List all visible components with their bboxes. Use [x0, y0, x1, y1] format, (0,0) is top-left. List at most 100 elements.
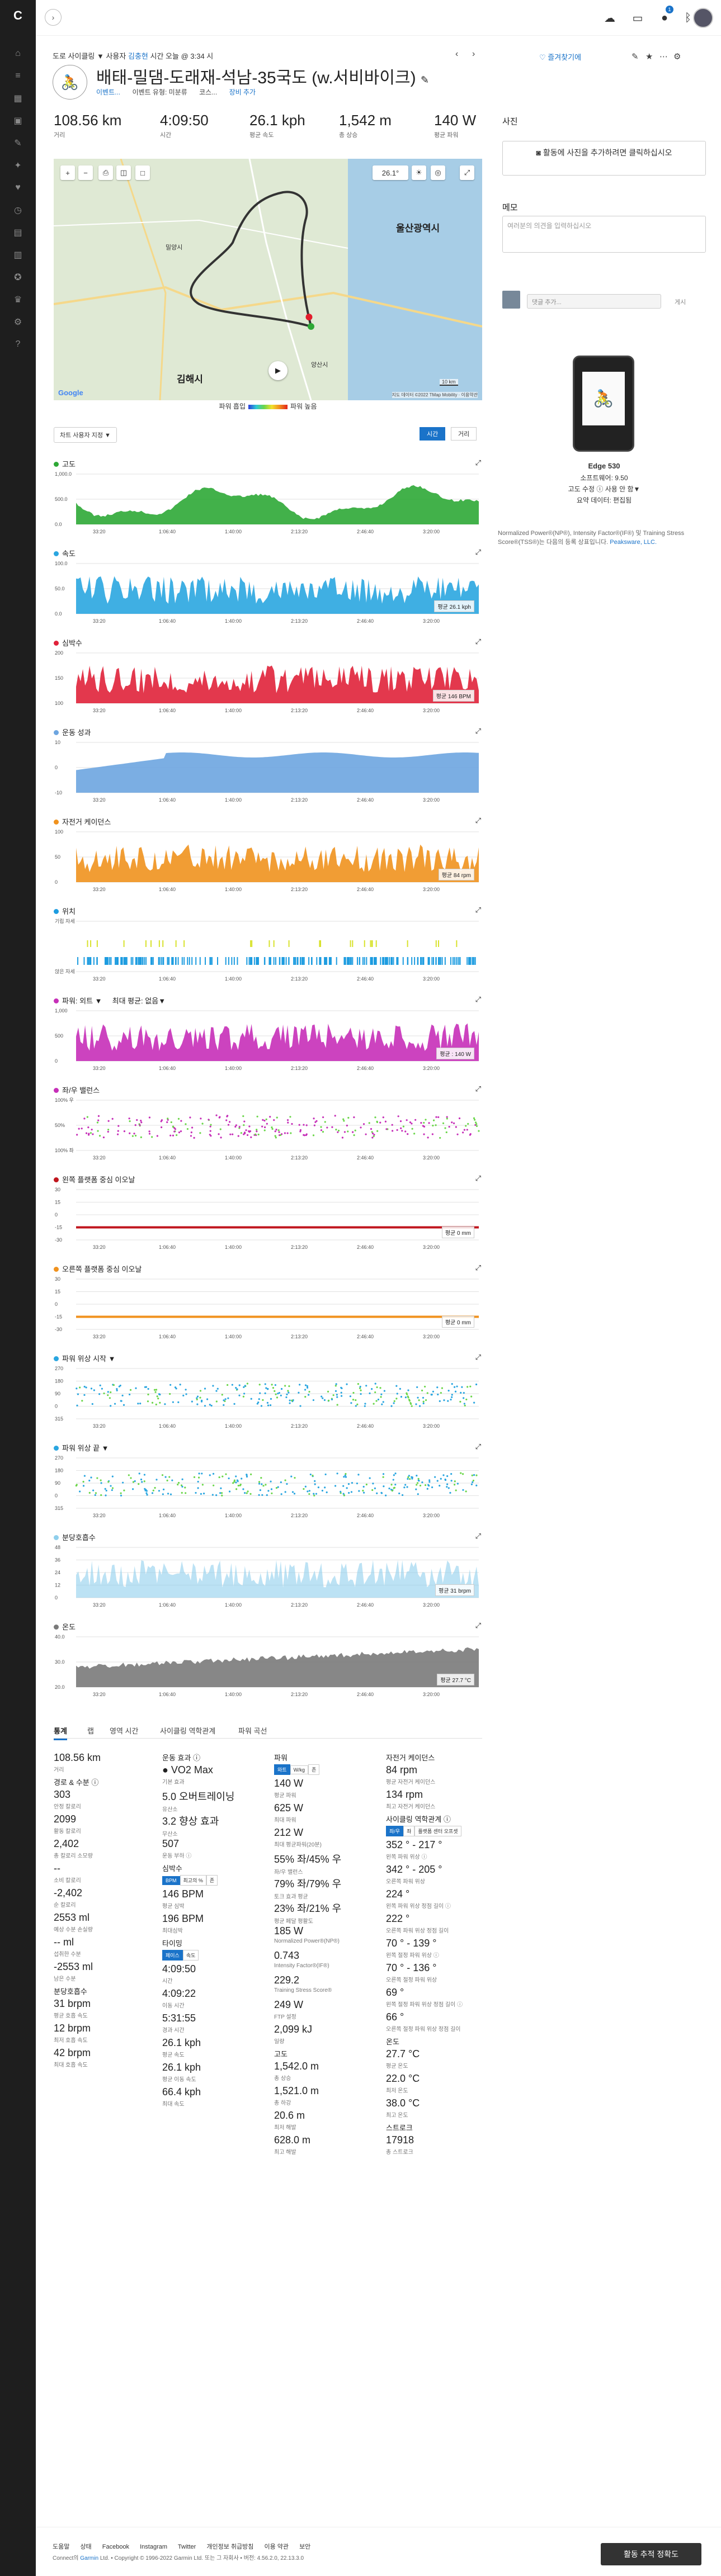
chart-title[interactable]: 고도: [54, 458, 76, 469]
chart-subtitle[interactable]: 최대 평균: 없음▼: [112, 997, 166, 1005]
chart-plot[interactable]: 200 150 100 33:20 1:06:40 1:40:00 2:13:20 2:46:…: [54, 650, 482, 716]
chart-title[interactable]: 파워: 외트 ▼ 최대 평균: 없음▼: [54, 995, 166, 1006]
settings-gear-icon[interactable]: ⚙: [673, 51, 681, 61]
end-pin-icon[interactable]: ●: [304, 309, 318, 325]
footer-instagram[interactable]: Instagram: [140, 2544, 167, 2550]
courses-icon[interactable]: ▣: [11, 114, 25, 127]
add-gear-link[interactable]: 장비 추가: [229, 88, 256, 96]
garmin-logo-icon[interactable]: C: [11, 8, 25, 22]
expand-chart-icon[interactable]: ⤢: [475, 727, 481, 736]
elevation-correction[interactable]: 고도 수정 ⓘ 사용 안 함▼: [498, 484, 710, 494]
edit-icon[interactable]: ✎: [632, 51, 639, 61]
gear-icon[interactable]: ⚙: [11, 315, 25, 329]
tracking-accuracy-button[interactable]: 활동 추적 정확도: [601, 2543, 701, 2565]
breadcrumb-user[interactable]: 김충현: [128, 52, 148, 60]
timer-icon[interactable]: ◷: [11, 203, 25, 217]
chart-title[interactable]: 파워 위상 시작 ▼: [54, 1353, 115, 1363]
favorite-button[interactable]: ♡ 즐겨찾기에: [539, 51, 581, 62]
footer-facebook[interactable]: Facebook: [102, 2544, 129, 2550]
map-attribution[interactable]: 지도 데이터 ©2022 TMap Mobility · 이용약관: [392, 392, 478, 398]
fullscreen-map-icon[interactable]: □: [135, 165, 150, 180]
unit-toggle-option[interactable]: 존: [308, 1764, 320, 1775]
expand-chart-icon[interactable]: ⤢: [475, 1263, 481, 1272]
play-route-icon[interactable]: ▶: [268, 361, 288, 380]
chart-plot[interactable]: 30 15 0 -15 -30 33:20 1:06:40 1:40:00 2:13:20 2:4…: [54, 1186, 482, 1252]
chart-plot[interactable]: 100% 우 50% 100% 좌 33:20 1:06:40 1:40:00 2:13:2…: [54, 1097, 482, 1163]
footer-terms[interactable]: 이용 약관: [264, 2544, 289, 2550]
footer-security[interactable]: 보안: [299, 2544, 310, 2550]
activities-icon[interactable]: ≡: [11, 69, 25, 83]
expand-chart-icon[interactable]: ⤢: [475, 1174, 481, 1183]
layers-icon[interactable]: ◫: [116, 165, 131, 180]
trophy-icon[interactable]: ♛: [11, 293, 25, 306]
unit-toggle-option[interactable]: 좌: [403, 1826, 415, 1836]
expand-map-icon[interactable]: ⤢: [460, 165, 474, 180]
unit-toggle-option[interactable]: W/kg: [290, 1765, 309, 1774]
expand-chart-icon[interactable]: ⤢: [475, 1085, 481, 1093]
expand-chart-icon[interactable]: ⤢: [475, 1532, 481, 1541]
inbox-icon[interactable]: ▭: [629, 9, 647, 27]
chart-title[interactable]: 속도: [54, 548, 76, 558]
unit-toggle-option[interactable]: 플랫폼 센터 오프셋: [414, 1826, 461, 1836]
expand-chart-icon[interactable]: ⤢: [475, 548, 481, 557]
expand-chart-icon[interactable]: ⤢: [475, 995, 481, 1004]
cloud-icon[interactable]: ☁: [601, 9, 619, 27]
chart-title[interactable]: 좌/우 밸런스: [54, 1085, 100, 1095]
chart-title[interactable]: 온도: [54, 1621, 76, 1632]
x-axis-time-button[interactable]: 시간: [420, 427, 446, 441]
chart-title[interactable]: 왼쪽 플랫폼 중심 이오날: [54, 1174, 135, 1185]
calendar-icon[interactable]: ▦: [11, 92, 25, 105]
chart-title[interactable]: 분당호흡수: [54, 1532, 96, 1542]
course-link[interactable]: 코스...: [199, 88, 217, 96]
garmin-link[interactable]: Garmin: [80, 2555, 98, 2561]
expand-chart-icon[interactable]: ⤢: [475, 816, 481, 825]
expand-chart-icon[interactable]: ⤢: [475, 906, 481, 915]
reports-icon[interactable]: ▤: [11, 226, 25, 239]
route-map[interactable]: ● + − ⎙ ◫ □ 26.1° ☀ ◎ ⤢ 울산광역시 김해시 양산시 밀양…: [54, 159, 482, 400]
avatar[interactable]: [693, 8, 713, 28]
badges-icon[interactable]: ✪: [11, 271, 25, 284]
event-link[interactable]: 이벤트...: [96, 88, 120, 96]
footer-status[interactable]: 상태: [80, 2544, 91, 2550]
chart-plot[interactable]: 30 15 0 -15 -30 33:20 1:06:40 1:40:00 2:13:20 2:4…: [54, 1276, 482, 1342]
help-icon[interactable]: ?: [11, 338, 25, 351]
stats-icon[interactable]: ▥: [11, 248, 25, 262]
star-icon[interactable]: ★: [645, 51, 653, 61]
dashboard-icon[interactable]: ⌂: [11, 47, 25, 60]
unit-toggle-option[interactable]: 와트: [274, 1764, 290, 1775]
breadcrumb-type[interactable]: 도로 사이클링: [53, 52, 95, 60]
running-icon[interactable]: ✦: [11, 159, 25, 172]
zoom-in-icon[interactable]: +: [60, 165, 75, 180]
chart-title[interactable]: 운동 성과: [54, 727, 91, 737]
footer-help[interactable]: 도움말: [53, 2544, 69, 2550]
unit-toggle-option[interactable]: 페이스: [162, 1950, 183, 1961]
post-comment-button[interactable]: 게시: [675, 297, 686, 306]
chart-title[interactable]: 위치: [54, 906, 76, 916]
page-title[interactable]: 배태-밀댐-도래재-석남-35국도 (w.서비바이크) ✎: [96, 64, 429, 88]
chart-plot[interactable]: 270 180 90 0 315 33:20 1:06:40 1:40:00 2:13:20 2:…: [54, 1365, 482, 1431]
share-icon[interactable]: ⋯: [659, 51, 668, 61]
tab-cycling-dynamics[interactable]: 사이클링 역학관계: [160, 1725, 215, 1736]
unit-toggle-option[interactable]: 최고의 %: [180, 1875, 206, 1886]
expand-chart-icon[interactable]: ⤢: [475, 637, 481, 646]
chart-plot[interactable]: 10 0 -10 33:20 1:06:40 1:40:00 2:13:20 2:46:40 3…: [54, 739, 482, 805]
expand-chart-icon[interactable]: ⤢: [475, 1621, 481, 1630]
next-activity-icon[interactable]: ›: [472, 49, 475, 59]
chart-plot[interactable]: 1,000 500 0 33:20 1:06:40 1:40:00 2:13:20 2:46:…: [54, 1007, 482, 1073]
chart-title[interactable]: 파워 위상 끝 ▼: [54, 1442, 109, 1453]
unit-toggle-option[interactable]: 좌/우: [386, 1826, 404, 1836]
comment-input[interactable]: 댓글 추가...: [527, 294, 661, 309]
tab-laps[interactable]: 랩: [87, 1725, 94, 1736]
footer-twitter[interactable]: Twitter: [178, 2544, 196, 2550]
expand-chart-icon[interactable]: ⤢: [475, 1442, 481, 1451]
expand-nav-icon[interactable]: ›: [45, 9, 62, 26]
customize-charts-dropdown[interactable]: 차트 사용자 지정 ▼: [54, 427, 117, 443]
event-type[interactable]: 이벤트 유형: 미분류: [132, 88, 187, 96]
chart-plot[interactable]: 100.0 50.0 0.0 33:20 1:06:40 1:40:00 2:13:20 2:…: [54, 560, 482, 626]
chart-plot[interactable]: 48 36 24 12 0 33:20 1:06:40 1:40:00 2:13:20 2:46:…: [54, 1544, 482, 1610]
weather-temp[interactable]: 26.1°: [373, 165, 408, 180]
unit-toggle-option[interactable]: BPM: [162, 1876, 180, 1885]
tab-stats[interactable]: 통계: [54, 1725, 67, 1740]
expand-chart-icon[interactable]: ⤢: [475, 458, 481, 467]
chart-plot[interactable]: 100 50 0 33:20 1:06:40 1:40:00 2:13:20 2:46:40 3…: [54, 828, 482, 894]
